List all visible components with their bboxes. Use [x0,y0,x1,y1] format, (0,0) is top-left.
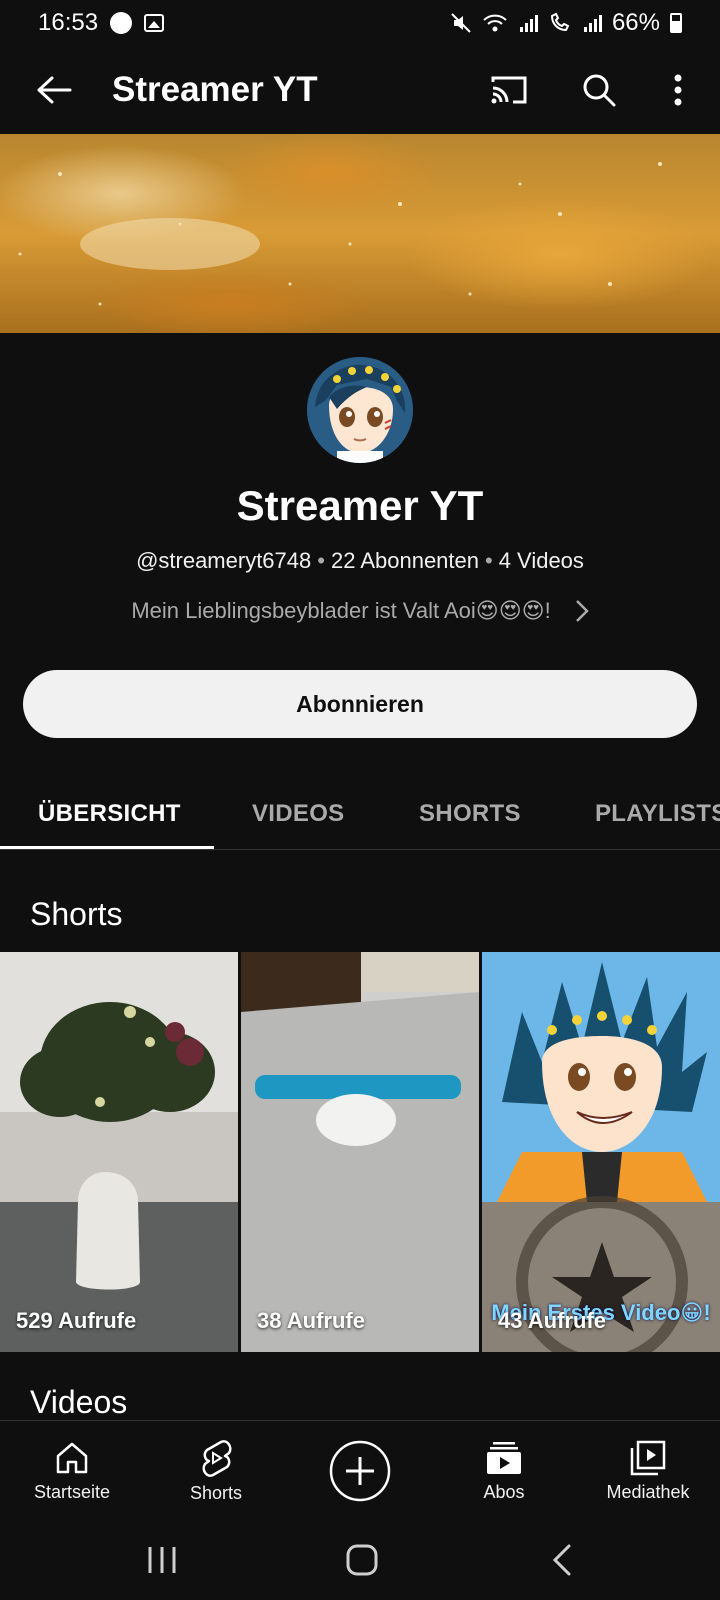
avatar-image [307,357,413,463]
subscribe-button[interactable]: Abonnieren [23,670,697,738]
wifi-icon [483,14,507,32]
channel-avatar[interactable] [307,357,413,463]
nav-subscriptions[interactable]: Abos [432,1421,576,1521]
shorts-icon [202,1439,232,1477]
nav-home[interactable]: Startseite [0,1421,144,1521]
nav-subscriptions-label: Abos [483,1481,525,1502]
mute-icon [451,13,471,33]
notification-dot-icon [110,12,133,34]
meta-separator: • [317,548,325,573]
nav-home-label: Startseite [33,1481,111,1502]
more-options-button[interactable] [658,59,698,121]
home-square-icon [346,1544,378,1576]
cast-icon [491,76,527,104]
nav-create-button[interactable] [288,1421,432,1521]
short-thumbnail [482,952,720,1352]
short-item[interactable]: Mein Erstes Video😀! 43 Aufrufe [482,952,720,1352]
bottom-navigation: Startseite Shorts Abos Mediathek [0,1420,720,1520]
short-item[interactable]: 529 Aufrufe [0,952,238,1352]
channel-meta: @streameryt6748 • 22 Abonnenten • 4 Videos [0,548,720,574]
status-time: 16:53 [38,9,99,36]
status-bar: 16:53 66% [0,0,720,46]
recent-apps-button[interactable] [122,1532,202,1588]
tab-playlists[interactable]: PLAYLISTS [595,778,720,849]
cast-button[interactable] [478,59,540,121]
short-views: 529 Aufrufe [16,1308,137,1333]
short-thumbnail [241,952,479,1352]
chevron-left-icon [552,1544,571,1576]
battery-percent: 66% [611,9,660,36]
channel-banner [0,134,720,333]
shorts-section-title: Shorts [30,896,123,932]
tab-shorts[interactable]: SHORTS [419,778,521,849]
recent-apps-icon [148,1547,176,1573]
active-tab-indicator [0,846,214,849]
tab-videos[interactable]: VIDEOS [252,778,345,849]
shorts-shelf: 529 Aufrufe 38 Aufrufe Mein Erstes Video… [0,952,720,1352]
videos-section-title: Videos [30,1384,128,1420]
back-system-button[interactable] [522,1532,602,1588]
app-bar: Streamer YT [0,46,720,134]
tab-overview[interactable]: ÜBERSICHT [38,778,181,849]
nav-shorts[interactable]: Shorts [144,1421,288,1521]
subscriptions-icon [487,1441,521,1474]
app-title: Streamer YT [112,70,318,109]
short-thumbnail [0,952,238,1352]
create-icon [329,1440,391,1502]
channel-description: Mein Lieblingsbeyblader ist Valt Aoi😍😍😍! [131,598,551,623]
channel-name: Streamer YT [236,482,484,529]
signal-icon [519,15,538,32]
nav-shorts-label: Shorts [189,1482,243,1503]
video-count: 4 Videos [498,548,584,573]
channel-tabs: ÜBERSICHT VIDEOS SHORTS PLAYLISTS [0,778,720,850]
back-button[interactable] [24,60,84,120]
battery-icon [670,13,682,33]
short-views: 43 Aufrufe [498,1308,606,1333]
channel-handle: @streameryt6748 [136,548,312,573]
more-vertical-icon [674,74,682,106]
search-button[interactable] [568,59,630,121]
search-icon [583,74,616,107]
home-icon [56,1442,88,1473]
subscriber-count: 22 Abonnenten [330,548,479,573]
home-system-button[interactable] [322,1532,402,1588]
wifi-call-icon [550,12,570,32]
library-icon [630,1440,666,1475]
short-views: 38 Aufrufe [257,1308,365,1333]
signal-2-icon [583,15,602,32]
nav-library-label: Mediathek [606,1481,690,1502]
channel-description-row[interactable]: Mein Lieblingsbeyblader ist Valt Aoi😍😍😍! [0,598,720,624]
nav-library[interactable]: Mediathek [576,1421,720,1521]
arrow-left-icon [37,76,72,104]
short-item[interactable]: 38 Aufrufe [241,952,479,1352]
chevron-right-icon [575,600,589,622]
system-navigation-bar [0,1520,720,1600]
banner-sparkles [18,162,662,306]
meta-separator: • [485,548,493,573]
gallery-notification-icon [144,14,165,32]
